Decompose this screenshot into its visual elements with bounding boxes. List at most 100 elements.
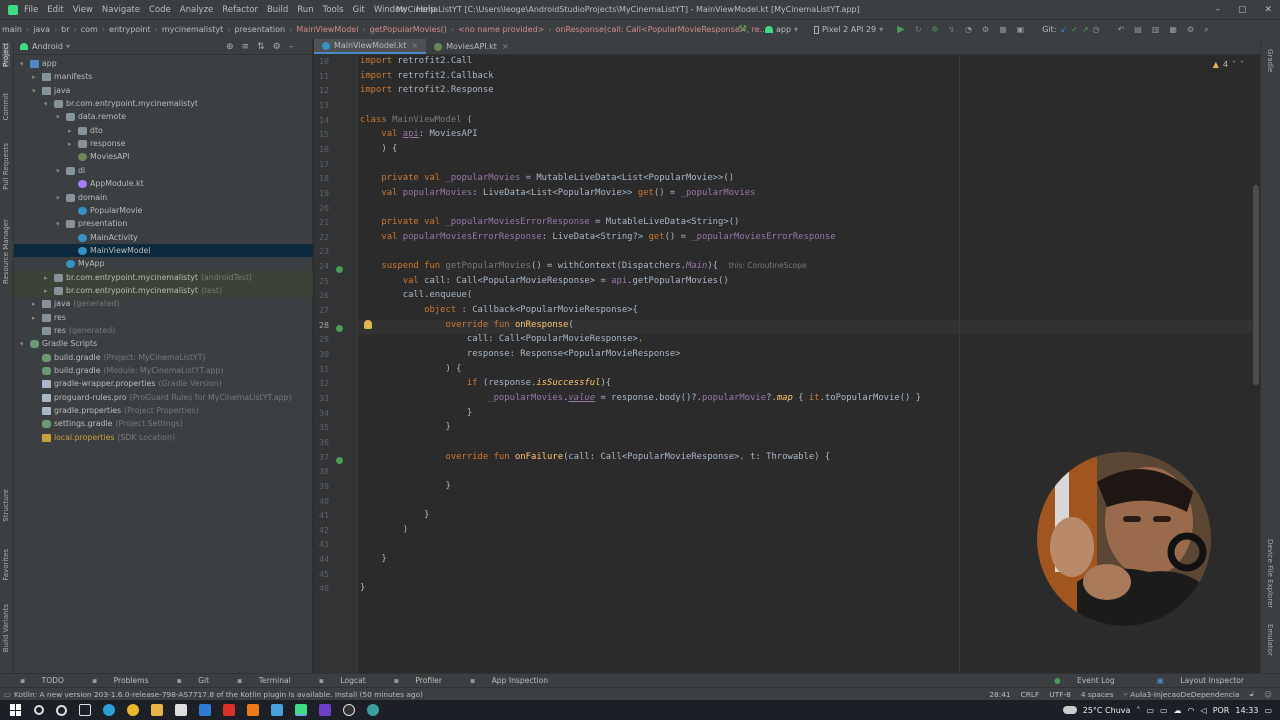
override-run-icon[interactable] (336, 266, 343, 273)
pull-requests-tool-tab[interactable]: Pull Requests (2, 143, 10, 190)
edge-icon[interactable] (103, 704, 115, 716)
override-icon[interactable] (336, 457, 343, 464)
run-button[interactable]: ▶ (897, 24, 905, 35)
chevron-right-icon[interactable]: ▸ (68, 125, 78, 138)
sdk-manager-icon[interactable]: ▤ (1134, 25, 1142, 34)
build-variants-tool-tab[interactable]: Build Variants (2, 604, 10, 652)
tray-chevron-icon[interactable]: ˄ (1136, 706, 1140, 715)
gear-icon[interactable]: ⚙ (273, 42, 281, 52)
scrollbar[interactable] (1252, 55, 1260, 673)
tree-item[interactable]: AppModule.kt (14, 177, 313, 190)
hammer-icon[interactable]: ⚒ (738, 24, 747, 35)
avd-manager-icon[interactable]: ▥ (1152, 25, 1160, 34)
layout-inspector-button[interactable]: ▣ Layout Inspector (1157, 676, 1258, 685)
chevron-down-icon[interactable]: ▾ (44, 98, 54, 111)
vscode-icon[interactable] (319, 704, 331, 716)
bottom-tool-git[interactable]: ▪ Git (177, 676, 224, 685)
tree-item[interactable]: MainViewModel (14, 243, 313, 257)
history-icon[interactable]: ◷ (1093, 25, 1100, 34)
menu-item-tools[interactable]: Tools (323, 5, 344, 15)
maximize-button[interactable]: ▢ (1238, 5, 1247, 15)
tree-item[interactable]: ▾ br.com.entrypoint.mycinemalistyt (14, 97, 313, 110)
chevron-right-icon[interactable]: ▸ (32, 71, 42, 84)
bottom-tool-todo[interactable]: ▪ TODO (20, 676, 78, 685)
git-push-icon[interactable]: ↗ (1082, 25, 1089, 34)
expand-all-icon[interactable]: ≡ (242, 42, 250, 52)
breadcrumb-item[interactable]: entrypoint (109, 25, 151, 34)
override-icon[interactable] (336, 325, 343, 332)
hide-panel-icon[interactable]: – (289, 42, 294, 52)
tree-item[interactable]: gradle.properties (Project Properties) (14, 404, 313, 417)
chevron-up-icon[interactable]: ˄ (1232, 60, 1236, 69)
tree-item[interactable]: ▸ res (14, 311, 313, 324)
attach-debugger-icon[interactable]: ⚙ (982, 25, 989, 34)
resource-manager-tool-tab[interactable]: Resource Manager (2, 219, 10, 284)
weather-text[interactable]: 25°C Chuva (1083, 706, 1131, 715)
task-view-icon[interactable] (79, 704, 91, 716)
collapse-all-icon[interactable]: ⇅ (257, 42, 265, 52)
favorites-tool-tab[interactable]: Favorites (2, 549, 10, 581)
tree-item[interactable]: ▾ Gradle Scripts (14, 337, 313, 350)
debug-icon[interactable]: ✲ (932, 25, 939, 34)
chevron-down-icon[interactable]: ▾ (66, 42, 70, 51)
event-log-button[interactable]: ● Event Log (1054, 676, 1129, 685)
device-select[interactable]: Pixel 2 API 29 ▾ (814, 25, 883, 34)
notifications-icon[interactable]: ▭ (1264, 706, 1272, 715)
language-indicator[interactable]: POR (1213, 706, 1230, 715)
settings-icon[interactable]: ⚙ (1187, 25, 1194, 34)
project-tool-tab[interactable]: Project (2, 43, 10, 67)
editor-tab[interactable]: MainViewModel.kt × (314, 39, 427, 54)
tree-item[interactable]: ▸ dto (14, 124, 313, 137)
rerun-icon[interactable]: ↻ (915, 25, 922, 34)
tree-item[interactable]: ▸ br.com.entrypoint.mycinemalistyt (androi… (14, 270, 313, 284)
tree-item[interactable]: ▸ response (14, 137, 313, 150)
chevron-down-icon[interactable]: ▾ (56, 218, 66, 231)
mail-icon[interactable] (199, 704, 211, 716)
breadcrumb-item[interactable]: java (33, 25, 50, 34)
tree-item[interactable]: ▾ data.remote (14, 110, 313, 123)
volume-icon[interactable]: ◁ (1201, 706, 1207, 715)
notepad-icon[interactable] (271, 704, 283, 716)
bottom-tool-logcat[interactable]: ▪ Logcat (319, 676, 380, 685)
tree-item[interactable]: local.properties (SDK Location) (14, 431, 313, 444)
emulator-tool-tab[interactable]: Emulator (1266, 624, 1274, 656)
chevron-right-icon[interactable]: ▸ (68, 138, 78, 151)
tree-item[interactable]: build.gradle (Module: MyCinemaListYT.app) (14, 364, 313, 377)
menu-item-view[interactable]: View (73, 5, 93, 15)
wifi-icon[interactable]: ◠ (1188, 706, 1195, 715)
menu-item-edit[interactable]: Edit (47, 5, 63, 15)
file-encoding[interactable]: UTF-8 (1049, 690, 1071, 699)
commit-tool-tab[interactable]: Commit (2, 93, 10, 121)
device-manager-icon[interactable]: ▣ (1017, 25, 1025, 34)
editor-tab[interactable]: MoviesAPI.kt × (426, 39, 517, 54)
tree-item[interactable]: res (generated) (14, 324, 313, 337)
user-icon[interactable]: ☺ (1264, 690, 1272, 699)
cloud-icon[interactable]: ☁ (1174, 706, 1182, 715)
tree-item[interactable]: ▾ java (14, 84, 313, 97)
file-explorer-icon[interactable] (151, 704, 163, 716)
chevron-down-icon[interactable]: ▾ (56, 192, 66, 205)
line-separator[interactable]: CRLF (1021, 690, 1040, 699)
run-config-select[interactable]: app ▾ (764, 25, 798, 34)
store-icon[interactable] (175, 704, 187, 716)
search-icon[interactable] (34, 705, 44, 715)
menu-item-navigate[interactable]: Navigate (102, 5, 140, 15)
indent-setting[interactable]: 4 spaces (1081, 690, 1114, 699)
chevron-down-icon[interactable]: ▾ (32, 85, 42, 98)
menu-item-build[interactable]: Build (267, 5, 288, 15)
tree-item[interactable]: ▾ di (14, 164, 313, 177)
tree-item[interactable]: MyApp (14, 257, 313, 270)
tree-item[interactable]: settings.gradle (Project Settings) (14, 417, 313, 430)
chevron-right-icon[interactable]: ▸ (32, 312, 42, 325)
lock-icon[interactable]: 🔓︎ (1249, 689, 1254, 699)
chevron-down-icon[interactable]: ˅ (1240, 60, 1244, 69)
breadcrumb-item[interactable]: br (61, 25, 69, 34)
network-icon[interactable]: ▭ (1146, 706, 1154, 715)
inspection-widget[interactable]: ▲ 4 ˄ ˅ (1213, 60, 1244, 69)
clock[interactable]: 14:33 (1235, 706, 1258, 715)
menu-item-analyze[interactable]: Analyze (180, 5, 214, 15)
menu-item-refactor[interactable]: Refactor (222, 5, 258, 15)
tree-item[interactable]: PopularMovie (14, 204, 313, 217)
illustrator-icon[interactable] (247, 704, 259, 716)
device-file-explorer-tool-tab[interactable]: Device File Explorer (1266, 539, 1274, 608)
